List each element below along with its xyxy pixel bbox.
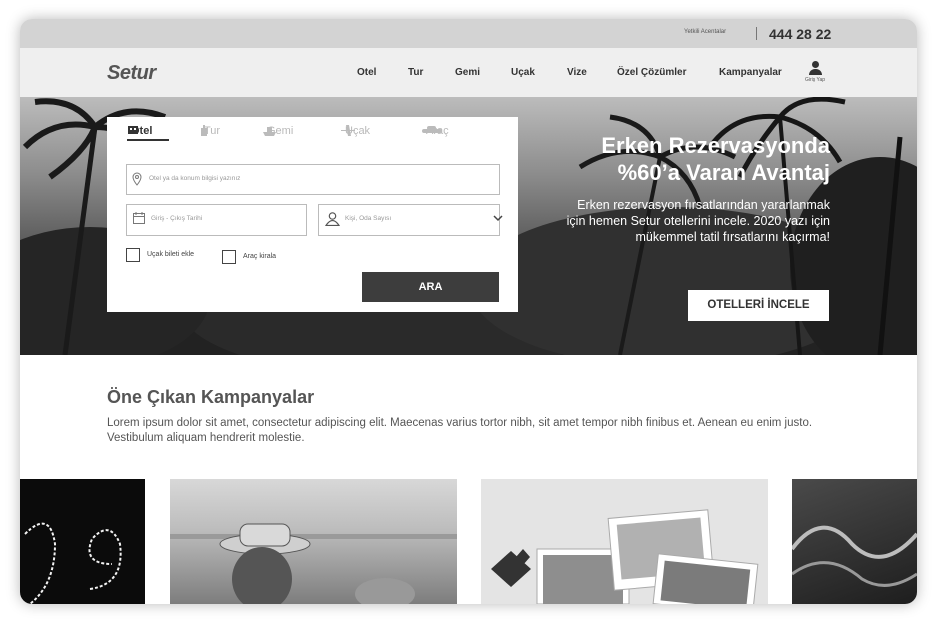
campaign-card[interactable] bbox=[170, 479, 457, 604]
nav-item-vize[interactable]: Vize bbox=[567, 67, 587, 78]
date-placeholder: Giriş - Çıkış Tarihi bbox=[151, 215, 203, 222]
nav-item-gemi[interactable]: Gemi bbox=[455, 67, 480, 78]
add-flight-checkbox[interactable] bbox=[126, 248, 140, 262]
location-placeholder: Otel ya da konum bilgisi yazınız bbox=[149, 175, 241, 182]
guests-select[interactable]: Kişi, Oda Sayısı bbox=[318, 204, 503, 236]
active-tab-indicator bbox=[127, 139, 169, 141]
campaign-card[interactable] bbox=[481, 479, 768, 604]
tab-ucak[interactable]: Uçak bbox=[341, 125, 370, 137]
sparkler-image bbox=[24, 522, 122, 604]
promo-title: Erken Rezervasyonda %60’a Varan Avantaj bbox=[601, 133, 830, 185]
campaign-carousel bbox=[20, 479, 917, 604]
rent-car-checkbox[interactable] bbox=[222, 250, 236, 264]
search-panel: Otel Tur Gemi Uçak Araç Otel ya da k bbox=[107, 117, 518, 312]
tab-otel[interactable]: Otel bbox=[127, 125, 169, 141]
rent-car-label: Araç kirala bbox=[243, 253, 277, 260]
campaign-card[interactable] bbox=[20, 479, 145, 604]
nav-item-otel[interactable]: Otel bbox=[357, 67, 376, 78]
login-button[interactable]: Giriş Yap bbox=[798, 61, 832, 83]
main-navigation: Setur Otel Tur Gemi Uçak Vize Özel Çözüm… bbox=[20, 48, 917, 97]
top-bar: Yetkili Acentalar 444 28 22 bbox=[20, 19, 917, 48]
nav-item-tur[interactable]: Tur bbox=[408, 67, 423, 78]
user-icon bbox=[811, 61, 819, 68]
guests-placeholder: Kişi, Oda Sayısı bbox=[345, 215, 392, 222]
promo-description: Erken rezervasyon fırsatlarından yararla… bbox=[566, 198, 830, 244]
nav-item-ozel-cozumler[interactable]: Özel Çözümler bbox=[617, 67, 686, 78]
featured-heading: Öne Çıkan Kampanyalar bbox=[107, 387, 315, 407]
add-flight-label: Uçak bileti ekle bbox=[147, 251, 195, 258]
tab-arac[interactable]: Araç bbox=[422, 125, 449, 137]
featured-description: Lorem ipsum dolor sit amet, consectetur … bbox=[107, 417, 813, 444]
date-input[interactable]: Giriş - Çıkış Tarihi bbox=[126, 204, 307, 236]
beach-woman-image bbox=[170, 523, 457, 604]
tab-gemi[interactable]: Gemi bbox=[263, 125, 293, 137]
location-input[interactable]: Otel ya da konum bilgisi yazınız bbox=[126, 164, 500, 195]
tab-tur[interactable]: Tur bbox=[200, 125, 220, 137]
search-button[interactable]: ARA bbox=[362, 272, 499, 302]
photo-collage-image bbox=[491, 509, 759, 604]
phone-number[interactable]: 444 28 22 bbox=[769, 26, 831, 42]
view-hotels-button[interactable]: OTELLERİ İNCELE bbox=[688, 290, 829, 321]
site-logo[interactable]: Setur bbox=[107, 62, 156, 85]
campaign-card[interactable] bbox=[792, 479, 917, 604]
nav-item-ucak[interactable]: Uçak bbox=[511, 67, 535, 78]
divider bbox=[756, 27, 757, 40]
waves-image bbox=[792, 525, 917, 587]
hero-banner: Otel Tur Gemi Uçak Araç Otel ya da k bbox=[20, 97, 917, 355]
authorized-agents-link[interactable]: Yetkili Acentalar bbox=[684, 29, 726, 35]
search-tabs: Otel Tur Gemi Uçak Araç bbox=[107, 117, 518, 146]
login-label: Giriş Yap bbox=[804, 77, 826, 83]
nav-item-kampanyalar[interactable]: Kampanyalar bbox=[719, 67, 782, 78]
